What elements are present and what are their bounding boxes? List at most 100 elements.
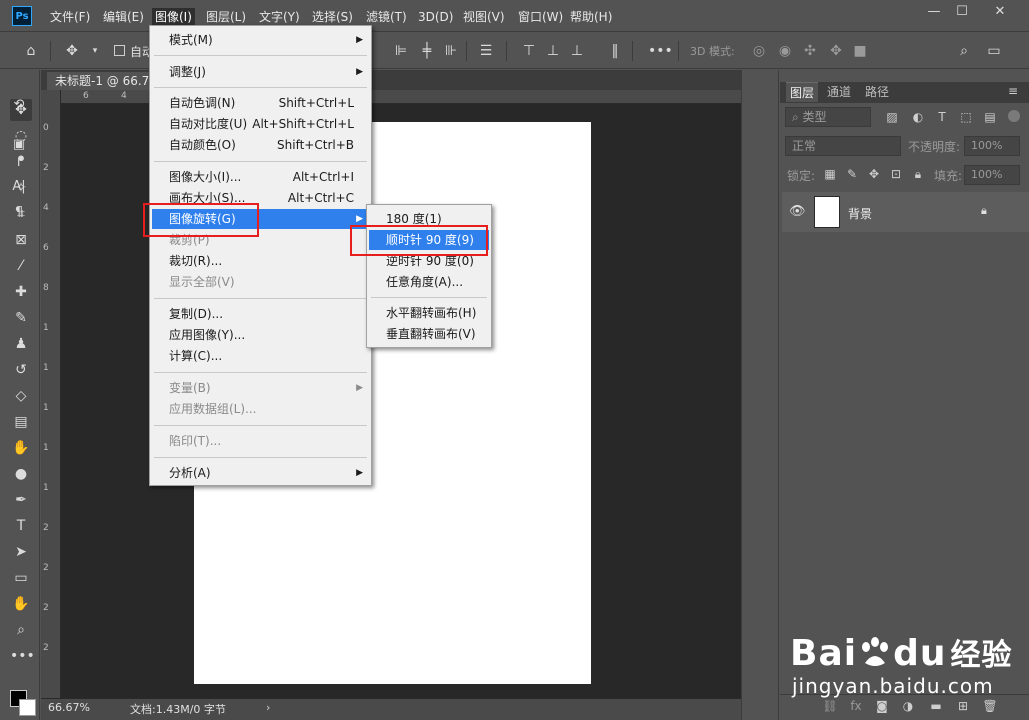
history-brush-tool-icon[interactable]: ↺ bbox=[10, 359, 32, 381]
menu-type[interactable]: 文字(Y) bbox=[256, 8, 303, 26]
visibility-eye-icon[interactable]: 👁︎ bbox=[789, 204, 806, 219]
lock-position-icon[interactable]: ✥ bbox=[866, 166, 882, 182]
fill-input[interactable]: 100% bbox=[964, 165, 1020, 185]
menu-item-trim[interactable]: 裁切(R)... bbox=[152, 251, 369, 271]
3d-slide-icon[interactable]: ✥ bbox=[827, 42, 845, 60]
panel-menu-icon[interactable]: ≡ bbox=[1008, 84, 1018, 98]
filter-toggle-icon[interactable] bbox=[1008, 110, 1020, 122]
history-icon[interactable]: ⟲ bbox=[9, 95, 29, 115]
character-icon[interactable]: A| bbox=[9, 177, 29, 197]
3d-mode-label: 3D 模式: bbox=[690, 45, 735, 58]
minimize-icon[interactable]: — bbox=[922, 4, 946, 20]
align-left-icon[interactable]: ⊫ bbox=[392, 42, 410, 60]
menu-3d[interactable]: 3D(D) bbox=[415, 8, 456, 26]
healing-brush-tool-icon[interactable]: ✚ bbox=[10, 281, 32, 303]
menu-item-adjust[interactable]: 调整(J) ▶ bbox=[152, 62, 369, 82]
align-top-icon[interactable]: ⊤ bbox=[520, 42, 538, 60]
background-color-swatch[interactable] bbox=[19, 699, 36, 716]
lock-pixels-icon[interactable]: ✎ bbox=[844, 166, 860, 182]
menu-filter[interactable]: 滤镜(T) bbox=[363, 8, 410, 26]
menu-layer[interactable]: 图层(L) bbox=[203, 8, 249, 26]
opacity-input[interactable]: 100% bbox=[964, 136, 1020, 156]
menu-window[interactable]: 窗口(W) bbox=[515, 8, 566, 26]
distribute-vertical-icon[interactable]: ‖ bbox=[606, 42, 624, 60]
gradient-tool-icon[interactable]: ▤ bbox=[10, 411, 32, 433]
align-right-icon[interactable]: ⊪ bbox=[442, 42, 460, 60]
layer-name[interactable]: 背景 bbox=[848, 205, 872, 222]
filter-adjustment-icon[interactable]: ◐ bbox=[910, 109, 926, 125]
menu-help[interactable]: 帮助(H) bbox=[567, 8, 615, 26]
menu-item-analysis[interactable]: 分析(A) ▶ bbox=[152, 463, 369, 483]
ruler-label: 4 bbox=[43, 203, 49, 213]
more-icon[interactable]: ••• bbox=[648, 42, 673, 60]
brush-tool-icon[interactable]: ✎ bbox=[10, 307, 32, 329]
chevron-right-icon[interactable]: › bbox=[266, 701, 270, 714]
lock-artboard-icon[interactable]: ⊡ bbox=[888, 166, 904, 182]
ruler-label: 8 bbox=[43, 283, 49, 293]
filter-kind-select[interactable]: ⌕ 类型 bbox=[785, 107, 871, 127]
paragraph-icon[interactable]: ¶ bbox=[9, 203, 29, 223]
blur-tool-icon[interactable]: ✋ bbox=[10, 437, 32, 459]
dodge-tool-icon[interactable]: ● bbox=[10, 463, 32, 485]
search-icon[interactable]: ⌕ bbox=[955, 42, 973, 60]
properties-icon[interactable]: ▣ bbox=[9, 135, 29, 155]
menu-separator bbox=[371, 297, 487, 298]
watermark-brand-suffix: du bbox=[893, 633, 947, 674]
lock-all-icon[interactable]: 🔒︎ bbox=[910, 166, 926, 182]
pen-tool-icon[interactable]: ✒ bbox=[10, 489, 32, 511]
3d-pan-icon[interactable]: ✣ bbox=[801, 42, 819, 60]
menu-item-mode[interactable]: 模式(M) ▶ bbox=[152, 30, 369, 50]
menu-image[interactable]: 图像(I) bbox=[152, 8, 195, 26]
3d-roll-icon[interactable]: ◉ bbox=[776, 42, 794, 60]
menu-item-apply-image[interactable]: 应用图像(Y)... bbox=[152, 325, 369, 345]
align-bottom-icon[interactable]: ⊥ bbox=[568, 42, 586, 60]
menu-item-flip-horizontal[interactable]: 水平翻转画布(H) bbox=[369, 303, 489, 323]
align-middle-icon[interactable]: ⊥ bbox=[544, 42, 562, 60]
menu-item-duplicate[interactable]: 复制(D)... bbox=[152, 304, 369, 324]
tab-layers[interactable]: 图层 bbox=[786, 82, 819, 102]
frame-tool-icon[interactable]: ⊠ bbox=[10, 229, 32, 251]
eyedropper-tool-icon[interactable]: ⁄ bbox=[10, 255, 32, 277]
zoom-level[interactable]: 66.67% bbox=[48, 701, 90, 714]
blend-mode-select[interactable]: 正常 bbox=[785, 136, 901, 156]
align-center-icon[interactable]: ╪ bbox=[418, 42, 436, 60]
lock-transparent-icon[interactable]: ▦ bbox=[822, 166, 838, 182]
filter-shape-icon[interactable]: ⬚ bbox=[958, 109, 974, 125]
menu-select[interactable]: 选择(S) bbox=[309, 8, 356, 26]
filter-pixel-icon[interactable]: ▨ bbox=[884, 109, 900, 125]
eraser-tool-icon[interactable]: ◇ bbox=[10, 385, 32, 407]
3d-camera-icon[interactable]: ■ bbox=[851, 42, 869, 60]
tab-channels[interactable]: 通道 bbox=[823, 82, 855, 102]
home-icon[interactable]: ⌂ bbox=[22, 42, 40, 60]
menu-item-image-size[interactable]: 图像大小(I)... Alt+Ctrl+I bbox=[152, 167, 369, 187]
menu-edit[interactable]: 编辑(E) bbox=[100, 8, 147, 26]
more-tools-icon[interactable]: ••• bbox=[10, 645, 35, 667]
hand-tool-icon[interactable]: ✋ bbox=[10, 593, 32, 615]
auto-select-checkbox[interactable] bbox=[114, 45, 125, 56]
menu-item-arbitrary[interactable]: 任意角度(A)... bbox=[369, 272, 489, 292]
menu-item-auto-contrast[interactable]: 自动对比度(U) Alt+Shift+Ctrl+L bbox=[152, 114, 369, 134]
filter-type-icon[interactable]: T bbox=[934, 109, 950, 125]
type-tool-icon[interactable]: T bbox=[10, 515, 32, 537]
menu-file[interactable]: 文件(F) bbox=[47, 8, 93, 26]
tab-paths[interactable]: 路径 bbox=[861, 82, 893, 102]
move-tool-icon[interactable]: ✥ bbox=[63, 42, 81, 60]
maximize-icon[interactable]: ☐ bbox=[950, 4, 974, 20]
distribute-icon[interactable]: ☰ bbox=[477, 42, 495, 60]
zoom-tool-icon[interactable]: ⌕ bbox=[10, 619, 32, 641]
menu-view[interactable]: 视图(V) bbox=[460, 8, 508, 26]
3d-orbit-icon[interactable]: ◎ bbox=[750, 42, 768, 60]
collapsed-panel-dock bbox=[741, 70, 779, 720]
filter-smart-object-icon[interactable]: ▤ bbox=[982, 109, 998, 125]
workspace-icon[interactable]: ▭ bbox=[985, 42, 1003, 60]
menu-item-calculations[interactable]: 计算(C)... bbox=[152, 346, 369, 366]
baidu-jingyan-watermark: Bai du 经验 jingyan.baidu.com bbox=[790, 618, 1025, 718]
close-icon[interactable]: ✕ bbox=[988, 4, 1012, 20]
rectangle-tool-icon[interactable]: ▭ bbox=[10, 567, 32, 589]
stamp-tool-icon[interactable]: ♟ bbox=[10, 333, 32, 355]
menu-item-auto-color[interactable]: 自动颜色(O) Shift+Ctrl+B bbox=[152, 135, 369, 155]
menu-item-flip-vertical[interactable]: 垂直翻转画布(V) bbox=[369, 324, 489, 344]
chevron-down-icon[interactable]: ▾ bbox=[86, 42, 104, 60]
menu-item-auto-tone[interactable]: 自动色调(N) Shift+Ctrl+L bbox=[152, 93, 369, 113]
path-select-tool-icon[interactable]: ➤ bbox=[10, 541, 32, 563]
